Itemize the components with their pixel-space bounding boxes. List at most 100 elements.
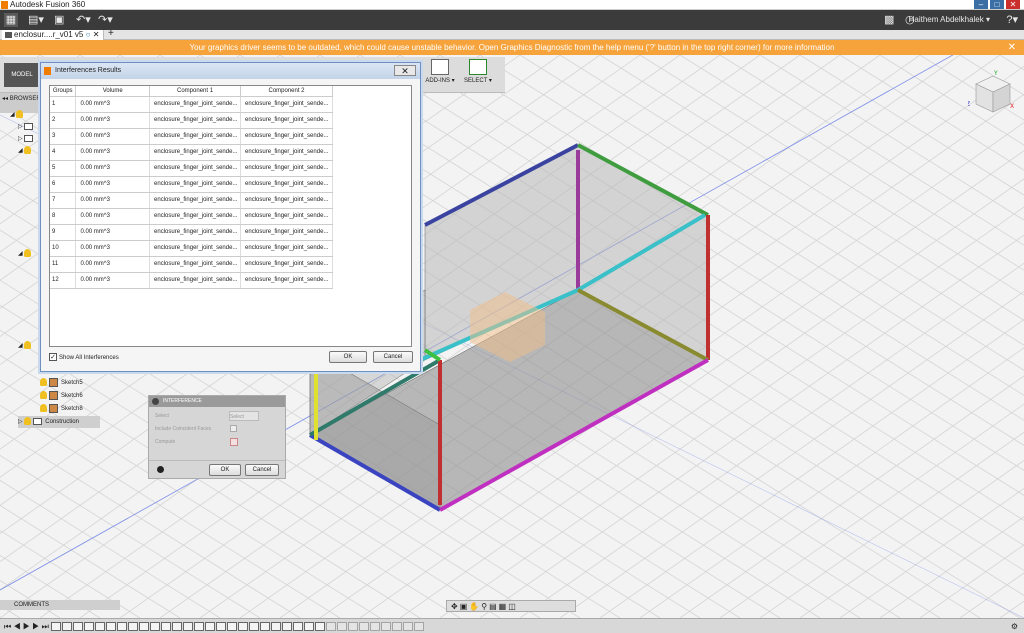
column-header-component-2[interactable]: Component 2: [240, 86, 333, 97]
timeline-feature-icon[interactable]: [62, 622, 72, 632]
timeline-play-icon[interactable]: ▶: [23, 622, 30, 631]
select-button[interactable]: SELECT ▾: [462, 59, 494, 84]
tree-row-settings[interactable]: ▷: [18, 121, 36, 133]
zoom-icon[interactable]: ⚲: [481, 602, 489, 611]
visibility-bulb-icon[interactable]: [24, 249, 32, 258]
interference-ok-button[interactable]: OK: [209, 464, 241, 476]
table-row[interactable]: 3 0.00 mm^3 enclosure_finger_joint_sende..…: [50, 128, 333, 145]
timeline-feature-icon[interactable]: [249, 622, 259, 632]
timeline-feature-icon[interactable]: [150, 622, 160, 632]
tree-row-origin[interactable]: ◢: [18, 145, 33, 157]
timeline-feature-icon[interactable]: [84, 622, 94, 632]
column-header-groups[interactable]: Groups: [50, 86, 77, 97]
table-row[interactable]: 12 0.00 mm^3 enclosure_finger_joint_sende.…: [50, 272, 333, 289]
timeline-feature-icon[interactable]: [161, 622, 171, 632]
grid-settings-icon[interactable]: ▦: [499, 602, 509, 611]
interference-panel-header[interactable]: INTERFERENCE: [149, 396, 285, 407]
timeline-feature-icon[interactable]: [304, 622, 314, 632]
table-row[interactable]: 10 0.00 mm^3 enclosure_finger_joint_sende.…: [50, 240, 333, 257]
results-table-container[interactable]: Groups Volume Component 1 Component 2 10…: [49, 85, 412, 347]
timeline-feature-icon[interactable]: [106, 622, 116, 632]
timeline-feature-icon[interactable]: [51, 622, 61, 632]
column-header-volume[interactable]: Volume: [75, 86, 151, 97]
table-row[interactable]: 11 0.00 mm^3 enclosure_finger_joint_sende.…: [50, 256, 333, 273]
tree-row-construction[interactable]: ▷ Construction: [18, 416, 100, 428]
table-row[interactable]: 2 0.00 mm^3 enclosure_finger_joint_sende..…: [50, 112, 333, 129]
timeline-feature-icon[interactable]: [293, 622, 303, 632]
timeline-feature-icon[interactable]: [73, 622, 83, 632]
visibility-bulb-icon[interactable]: [24, 417, 32, 426]
compute-icon[interactable]: [230, 438, 238, 446]
tree-row-sketch6[interactable]: Sketch6: [40, 390, 83, 402]
timeline-feature-icon[interactable]: [260, 622, 270, 632]
timeline-feature-icon[interactable]: [326, 622, 336, 632]
timeline-feature-icon[interactable]: [216, 622, 226, 632]
coincident-faces-checkbox[interactable]: [230, 425, 237, 432]
table-row[interactable]: 1 0.00 mm^3 enclosure_finger_joint_sende..…: [50, 96, 333, 113]
table-row[interactable]: 7 0.00 mm^3 enclosure_finger_joint_sende..…: [50, 192, 333, 209]
timeline-feature-icon[interactable]: [271, 622, 281, 632]
comments-panel[interactable]: COMMENTS: [0, 600, 120, 610]
timeline-feature-icon[interactable]: [183, 622, 193, 632]
tree-row-views[interactable]: ▷: [18, 133, 36, 145]
timeline-feature-icon[interactable]: [117, 622, 127, 632]
visibility-bulb-icon[interactable]: [16, 110, 24, 119]
visibility-bulb-icon[interactable]: [40, 391, 47, 400]
dialog-cancel-button[interactable]: Cancel: [373, 351, 413, 363]
timeline-feature-icon[interactable]: [403, 622, 413, 632]
table-row[interactable]: 8 0.00 mm^3 enclosure_finger_joint_sende..…: [50, 208, 333, 225]
timeline-feature-icon[interactable]: [370, 622, 380, 632]
dialog-close-button[interactable]: ✕: [394, 65, 416, 76]
timeline-feature-icon[interactable]: [315, 622, 325, 632]
tree-row-sketch8[interactable]: Sketch8: [40, 403, 83, 415]
interference-cancel-button[interactable]: Cancel: [245, 464, 279, 476]
timeline-next-icon[interactable]: ▶: [32, 622, 39, 631]
timeline-feature-icon[interactable]: [227, 622, 237, 632]
timeline-feature-icon[interactable]: [139, 622, 149, 632]
workspace-switcher[interactable]: MODEL: [4, 63, 40, 87]
display-settings-icon[interactable]: ▤: [489, 602, 499, 611]
dialog-titlebar[interactable]: Interferences Results: [41, 63, 420, 79]
timeline-feature-icon[interactable]: [128, 622, 138, 632]
collapse-icon[interactable]: [152, 398, 159, 405]
timeline-feature-icon[interactable]: [337, 622, 347, 632]
tree-row-bodies[interactable]: ◢: [18, 248, 33, 260]
visibility-bulb-icon[interactable]: [24, 341, 32, 350]
timeline-last-icon[interactable]: ⏭: [42, 622, 49, 631]
table-row[interactable]: 6 0.00 mm^3 enclosure_finger_joint_sende..…: [50, 176, 333, 193]
table-row[interactable]: 5 0.00 mm^3 enclosure_finger_joint_sende..…: [50, 160, 333, 177]
look-at-icon[interactable]: ▣: [460, 602, 470, 611]
viewports-icon[interactable]: ◫: [508, 602, 518, 611]
timeline-feature-icon[interactable]: [392, 622, 402, 632]
visibility-bulb-icon[interactable]: [40, 404, 47, 413]
timeline-feature-icon[interactable]: [414, 622, 424, 632]
info-icon[interactable]: [157, 466, 164, 473]
timeline-feature-icon[interactable]: [205, 622, 215, 632]
tree-row-sketches[interactable]: ◢: [18, 340, 33, 352]
timeline-feature-icon[interactable]: [238, 622, 248, 632]
visibility-bulb-icon[interactable]: [24, 146, 32, 155]
timeline-feature-icon[interactable]: [282, 622, 292, 632]
addins-button[interactable]: ADD-INS ▾: [424, 59, 456, 84]
viewcube[interactable]: X Z Y: [968, 70, 1018, 118]
timeline-first-icon[interactable]: ⏮: [4, 622, 11, 631]
visibility-bulb-icon[interactable]: [40, 378, 47, 387]
tree-row-sketch5[interactable]: Sketch5: [40, 377, 83, 389]
timeline-feature-icon[interactable]: [359, 622, 369, 632]
table-row[interactable]: 4 0.00 mm^3 enclosure_finger_joint_sende..…: [50, 144, 333, 161]
orbit-icon[interactable]: ✥: [451, 602, 460, 611]
timeline-feature-icon[interactable]: [95, 622, 105, 632]
timeline-feature-icon[interactable]: [172, 622, 182, 632]
table-row[interactable]: 9 0.00 mm^3 enclosure_finger_joint_sende..…: [50, 224, 333, 241]
timeline-feature-icon[interactable]: [381, 622, 391, 632]
show-all-interferences-checkbox[interactable]: ✓ Show All Interferences: [49, 353, 119, 363]
timeline-settings-icon[interactable]: ⚙: [1011, 619, 1018, 633]
column-header-component-1[interactable]: Component 1: [149, 86, 242, 97]
timeline-feature-icon[interactable]: [348, 622, 358, 632]
pan-icon[interactable]: ✋: [469, 602, 481, 611]
timeline-feature-icon[interactable]: [194, 622, 204, 632]
tree-row-root[interactable]: ◢: [10, 109, 25, 121]
dialog-ok-button[interactable]: OK: [329, 351, 367, 363]
select-bodies-button[interactable]: Select: [229, 411, 259, 421]
timeline-prev-icon[interactable]: ◀: [13, 622, 20, 631]
